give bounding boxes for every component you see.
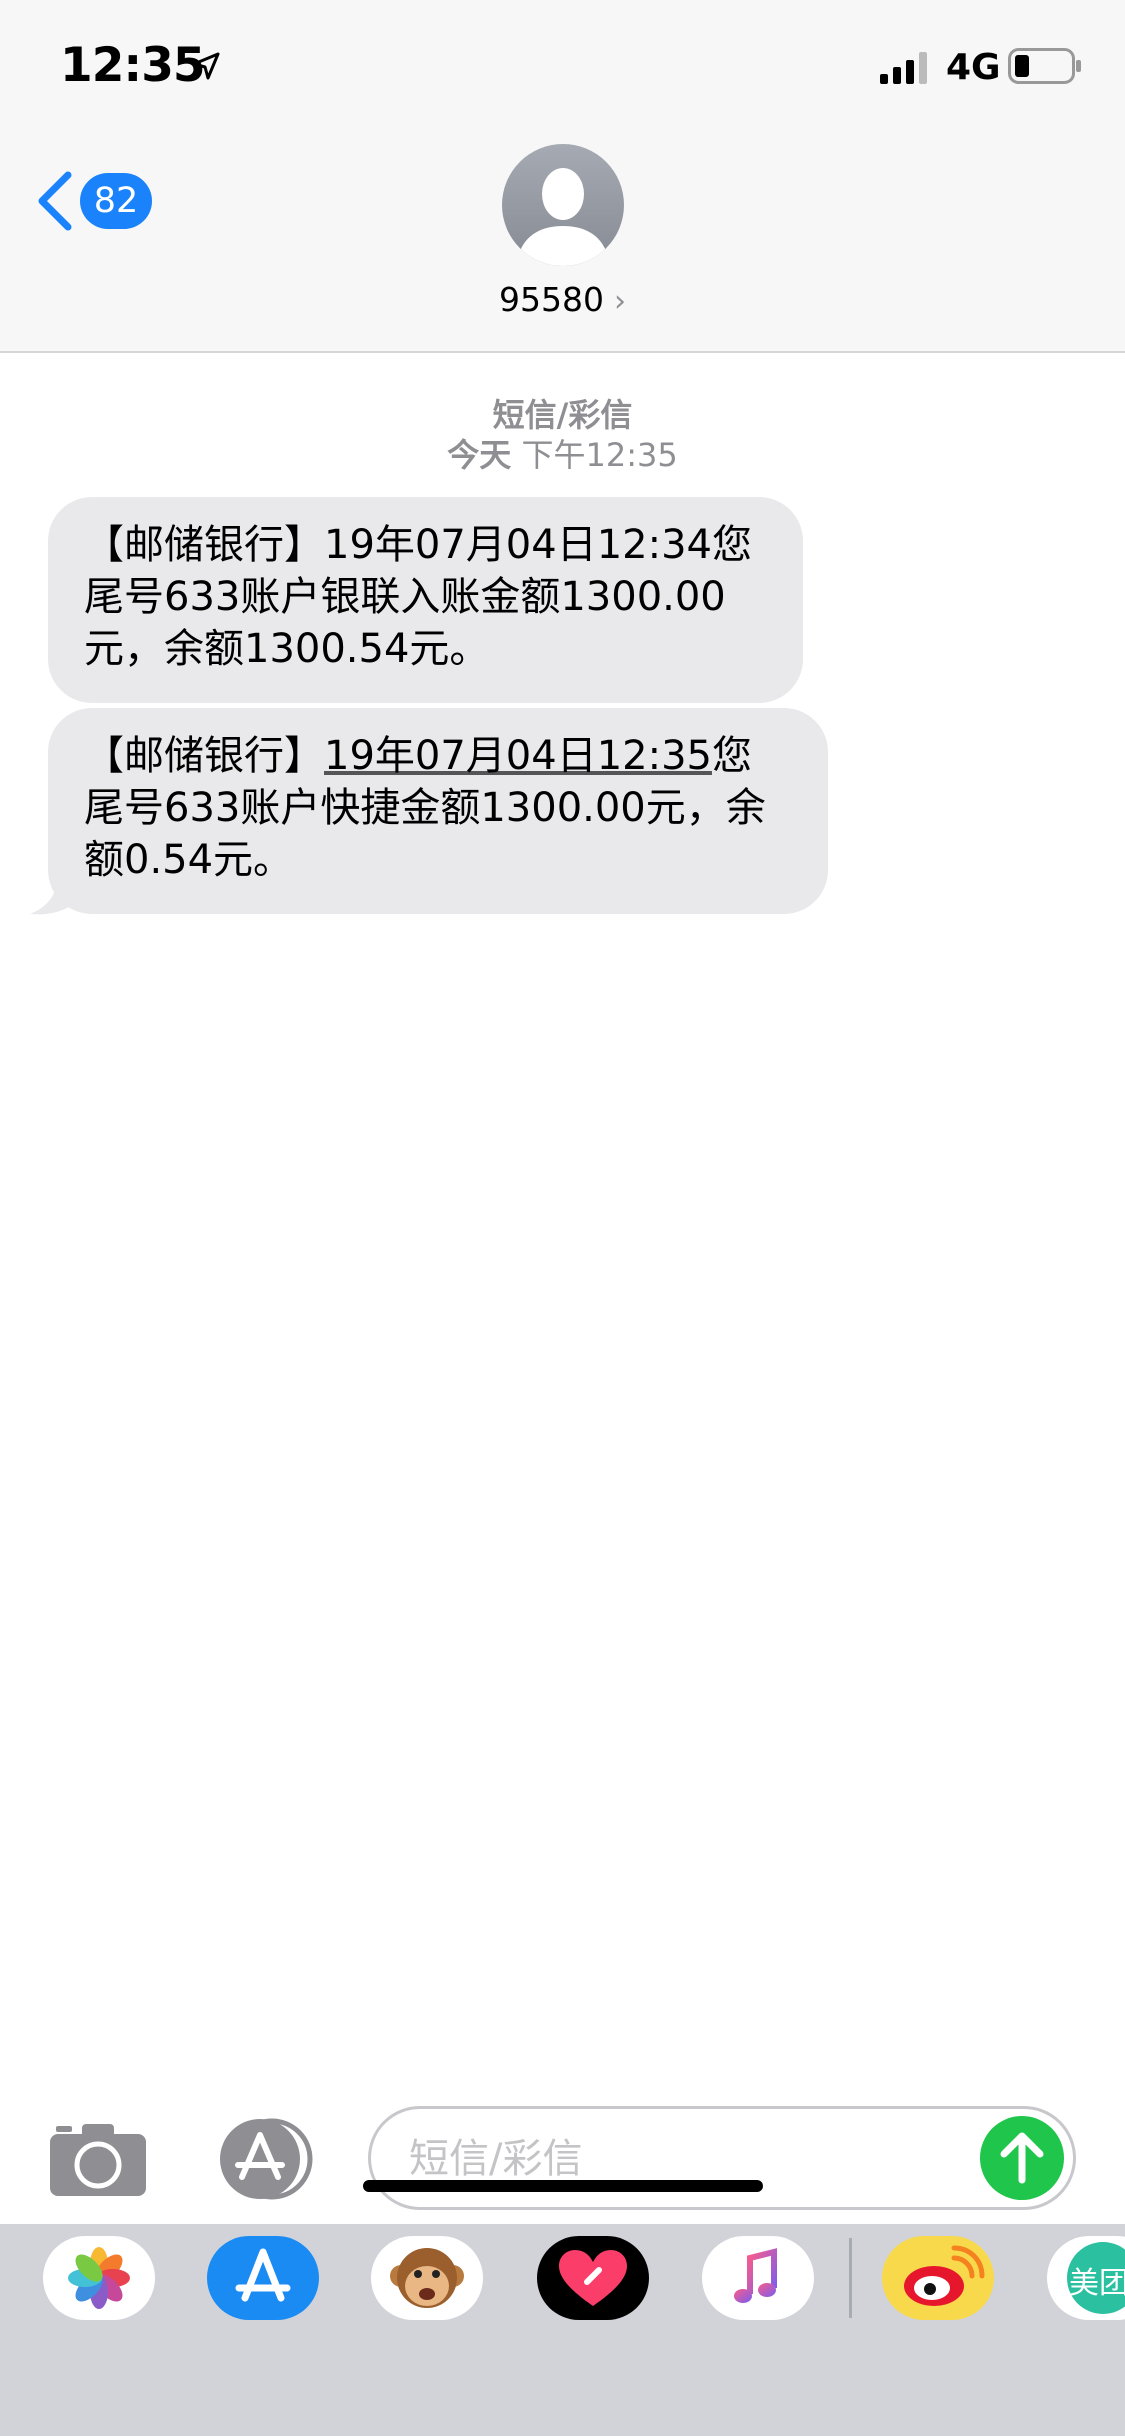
message-date: 19年07月04日12:34	[324, 522, 712, 568]
message-timestamp: 今天 下午12:35	[0, 430, 1125, 476]
message-line: 【邮储银行】19年07月04日12:35您	[84, 730, 792, 782]
status-time: 12:35	[60, 38, 206, 93]
drawer-divider	[849, 2238, 852, 2318]
message-text: 您	[711, 522, 752, 568]
message-line: 尾号633账户快捷金额1300.00元，余	[84, 785, 766, 831]
music-note-icon	[734, 2248, 777, 2303]
contact-name: 95580	[499, 280, 604, 319]
timestamp-day: 今天	[447, 436, 512, 474]
cellular-signal-icon	[880, 52, 927, 84]
arrow-up-icon	[1000, 2132, 1044, 2184]
contact-name-row[interactable]: 95580 ›	[0, 280, 1125, 319]
message-line: 尾号633账户银联入账金额1300.00	[84, 574, 726, 620]
animoji-app-button[interactable]	[371, 2236, 483, 2320]
camera-icon	[50, 2124, 146, 2196]
photos-app-button[interactable]	[43, 2236, 155, 2320]
camera-button[interactable]	[48, 2120, 148, 2198]
message-input-container	[368, 2106, 1076, 2210]
music-app-button[interactable]	[702, 2236, 814, 2320]
person-silhouette-icon	[516, 168, 610, 266]
send-button[interactable]	[980, 2116, 1064, 2200]
message-text: 您	[711, 733, 752, 779]
battery-icon	[1008, 48, 1081, 84]
photos-icon	[68, 2247, 130, 2309]
message-prefix: 【邮储银行】	[84, 522, 324, 568]
conversation-header: 82 95580 ›	[0, 135, 1125, 353]
meituan-app-button[interactable]: 美团	[1047, 2236, 1125, 2320]
weibo-icon	[904, 2245, 985, 2306]
location-arrow-icon	[192, 52, 220, 80]
message-date-link[interactable]: 19年07月04日12:35	[324, 733, 712, 779]
status-bar: 12:35 4G	[0, 0, 1125, 135]
message-bubble[interactable]: 【邮储银行】19年07月04日12:34您 尾号633账户银联入账金额1300.…	[48, 497, 803, 703]
meituan-label: 美团	[1069, 2266, 1125, 2301]
message-line: 额0.54元。	[84, 837, 294, 883]
digital-touch-heart-icon	[559, 2250, 627, 2306]
chevron-left-icon	[38, 171, 72, 231]
bubble-tail	[30, 872, 76, 915]
app-store-icon	[220, 2118, 313, 2200]
app-store-app-button[interactable]	[207, 2236, 319, 2320]
unread-count-badge: 82	[80, 173, 152, 229]
message-line: 元，余额1300.54元。	[84, 626, 490, 672]
digital-touch-app-button[interactable]	[537, 2236, 649, 2320]
message-line: 【邮储银行】19年07月04日12:34您	[84, 519, 767, 571]
app-store-apps-button[interactable]	[208, 2117, 318, 2201]
network-type: 4G	[946, 47, 1001, 88]
animoji-monkey-icon	[390, 2248, 464, 2308]
back-button[interactable]: 82	[34, 163, 164, 237]
home-indicator[interactable]	[363, 2180, 763, 2192]
weibo-app-button[interactable]	[882, 2236, 994, 2320]
message-bubble[interactable]: 【邮储银行】19年07月04日12:35您 尾号633账户快捷金额1300.00…	[48, 708, 828, 914]
timestamp-time: 下午12:35	[521, 436, 678, 474]
imessage-app-drawer: 美团	[0, 2224, 1125, 2436]
message-prefix: 【邮储银行】	[84, 733, 324, 779]
app-store-icon	[235, 2248, 291, 2302]
contact-avatar[interactable]	[502, 144, 624, 266]
chevron-right-icon: ›	[613, 284, 626, 319]
